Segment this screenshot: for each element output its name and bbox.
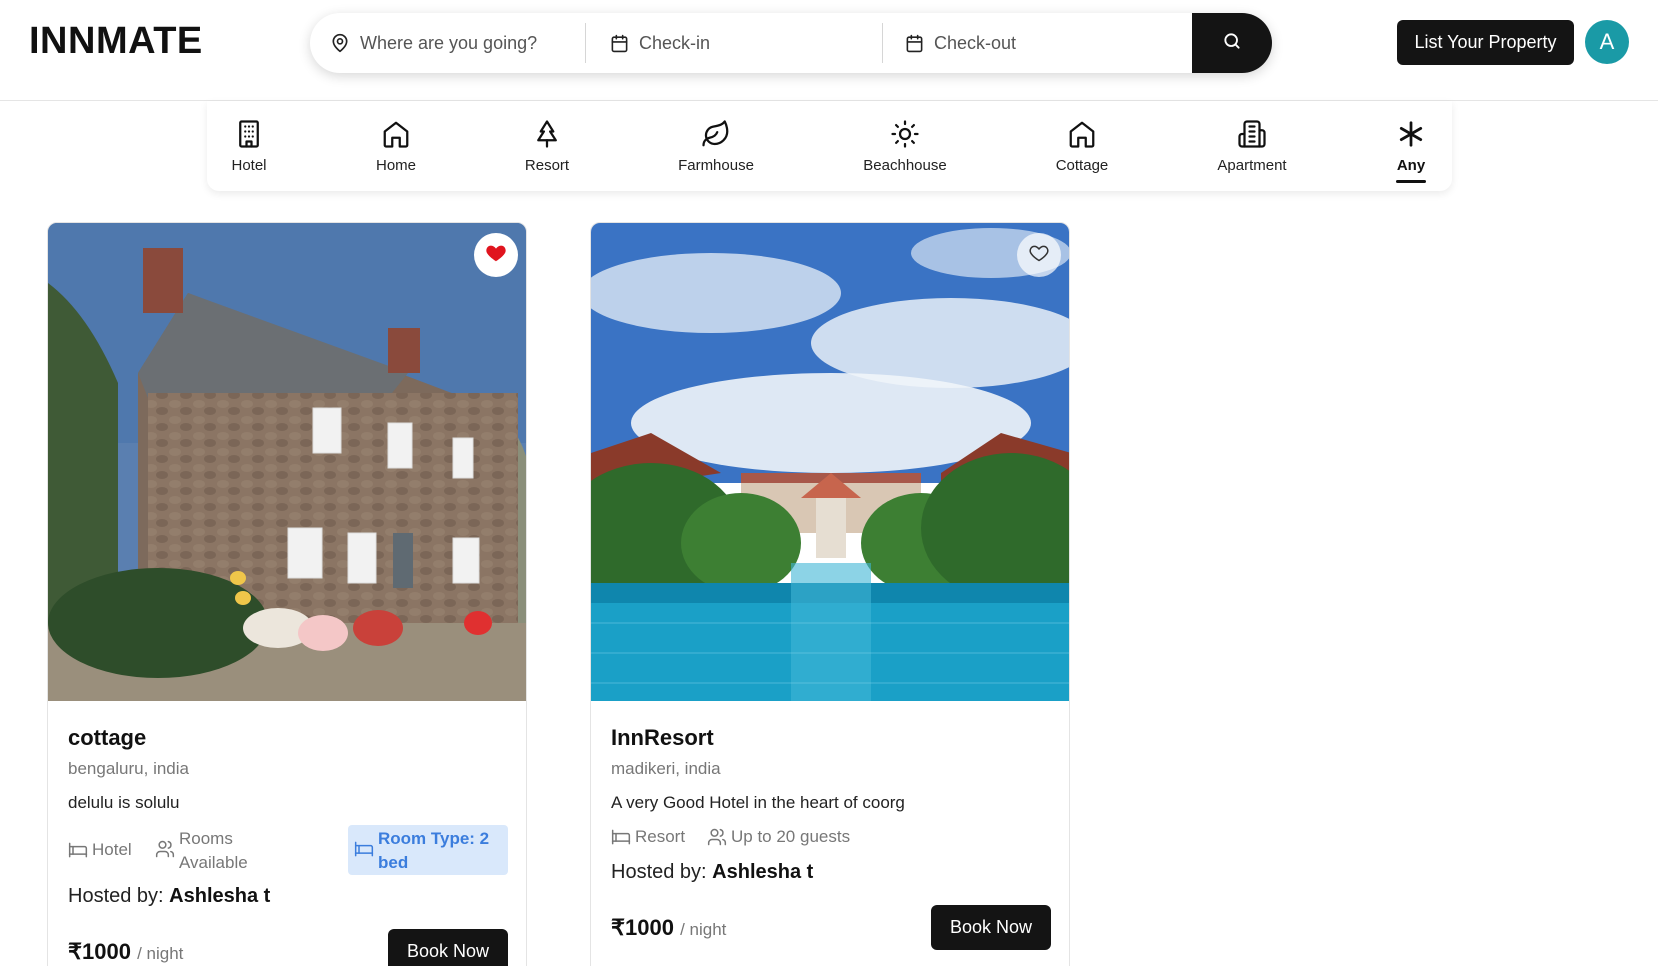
category-resort[interactable]: Resort	[487, 119, 607, 174]
destination-placeholder: Where are you going?	[360, 32, 538, 53]
category-label: Resort	[524, 157, 570, 174]
active-underline	[1396, 180, 1426, 183]
search-button[interactable]	[1192, 13, 1272, 73]
search-bar: Where are you going? Check-in Check-out	[310, 13, 1272, 73]
category-farmhouse[interactable]: Farmhouse	[656, 119, 776, 174]
avatar[interactable]: A	[1585, 20, 1629, 64]
listing-card[interactable]: InnResort madikeri, india A very Good Ho…	[590, 222, 1070, 966]
calendar-icon	[904, 33, 924, 53]
resort-pool-photo[interactable]	[591, 223, 1069, 701]
book-now-button[interactable]: Book Now	[931, 905, 1051, 950]
search-icon	[1222, 31, 1242, 56]
checkin-placeholder: Check-in	[639, 32, 711, 53]
listing-price: ₹1000 / night	[68, 939, 183, 965]
bed-icon	[611, 827, 631, 847]
listing-description: A very Good Hotel in the heart of coorg	[611, 793, 905, 812]
apartment-icon	[1237, 119, 1267, 149]
category-home[interactable]: Home	[336, 119, 456, 174]
category-label: Beachhouse	[863, 157, 947, 174]
checkin-field[interactable]: Check-in	[597, 13, 877, 73]
category-any[interactable]: Any	[1351, 119, 1471, 183]
price-value: ₹1000	[68, 939, 131, 964]
tree-icon	[532, 119, 562, 149]
users-icon	[707, 827, 727, 847]
listing-title[interactable]: cottage	[68, 725, 146, 751]
checkout-field[interactable]: Check-out	[884, 13, 1174, 73]
home-icon	[381, 119, 411, 149]
checkout-placeholder: Check-out	[934, 32, 1017, 53]
hotel-icon	[234, 119, 264, 149]
stone-cottage-photo[interactable]	[48, 223, 526, 701]
users-icon	[155, 839, 175, 859]
category-label: Apartment	[1217, 157, 1287, 174]
category-label: Home	[375, 157, 416, 174]
host-name: Ashlesha t	[712, 861, 814, 883]
hosted-by: Hosted by: Ashlesha t	[611, 861, 813, 884]
list-property-button[interactable]: List Your Property	[1397, 20, 1574, 65]
hosted-by-prefix: Hosted by:	[611, 861, 707, 883]
search-divider	[882, 23, 883, 63]
room-type-label: Room Type: 2 bed	[378, 829, 490, 872]
price-unit: / night	[680, 920, 727, 939]
cottage-icon	[1067, 119, 1097, 149]
heart-filled-icon	[485, 242, 507, 269]
top-header: INNMATE Where are you going? Check-in Ch…	[0, 0, 1658, 101]
rooms-available-label: Rooms Available	[179, 829, 248, 872]
listing-type: Resort	[611, 827, 685, 847]
category-hotel[interactable]: Hotel	[189, 119, 309, 174]
map-pin-icon	[330, 33, 350, 53]
search-divider	[585, 23, 586, 63]
destination-field[interactable]: Where are you going?	[320, 13, 590, 73]
favorite-button[interactable]	[474, 233, 518, 277]
category-label: Hotel	[231, 157, 267, 174]
hosted-by-prefix: Hosted by:	[68, 885, 164, 907]
listing-price: ₹1000 / night	[611, 915, 726, 941]
host-name: Ashlesha t	[169, 885, 271, 907]
listing-title[interactable]: InnResort	[611, 725, 714, 751]
hosted-by: Hosted by: Ashlesha t	[68, 885, 270, 908]
listing-card[interactable]: cottage bengaluru, india delulu is solul…	[47, 222, 527, 966]
guest-capacity-label: Up to 20 guests	[731, 827, 851, 846]
guest-capacity: Up to 20 guests	[707, 827, 850, 847]
category-bar: Hotel Home Resort Farmhouse Beachhouse C	[207, 101, 1452, 191]
calendar-icon	[609, 33, 629, 53]
listing-type: Hotel	[68, 840, 132, 860]
bed-icon	[68, 840, 88, 860]
listing-location: madikeri, india	[611, 759, 721, 778]
logo[interactable]: INNMATE	[29, 20, 203, 63]
listing-description: delulu is solulu	[68, 793, 180, 812]
heart-outline-icon	[1029, 243, 1049, 268]
price-unit: / night	[137, 944, 184, 963]
listing-location: bengaluru, india	[68, 759, 189, 778]
asterisk-icon	[1396, 119, 1426, 149]
book-now-button[interactable]: Book Now	[388, 929, 508, 966]
bed-icon	[354, 839, 374, 859]
favorite-button[interactable]	[1017, 233, 1061, 277]
rooms-available: Rooms Available	[155, 827, 250, 875]
category-label: Farmhouse	[678, 157, 754, 174]
category-apartment[interactable]: Apartment	[1192, 119, 1312, 174]
price-value: ₹1000	[611, 915, 674, 940]
category-beachhouse[interactable]: Beachhouse	[845, 119, 965, 174]
leaf-icon	[701, 119, 731, 149]
listing-type-label: Hotel	[92, 840, 132, 859]
room-type-badge: Room Type: 2 bed	[348, 825, 508, 875]
listing-type-label: Resort	[635, 827, 686, 846]
sun-icon	[890, 119, 920, 149]
category-label: Any	[1396, 157, 1426, 174]
category-cottage[interactable]: Cottage	[1022, 119, 1142, 174]
category-label: Cottage	[1055, 157, 1109, 174]
